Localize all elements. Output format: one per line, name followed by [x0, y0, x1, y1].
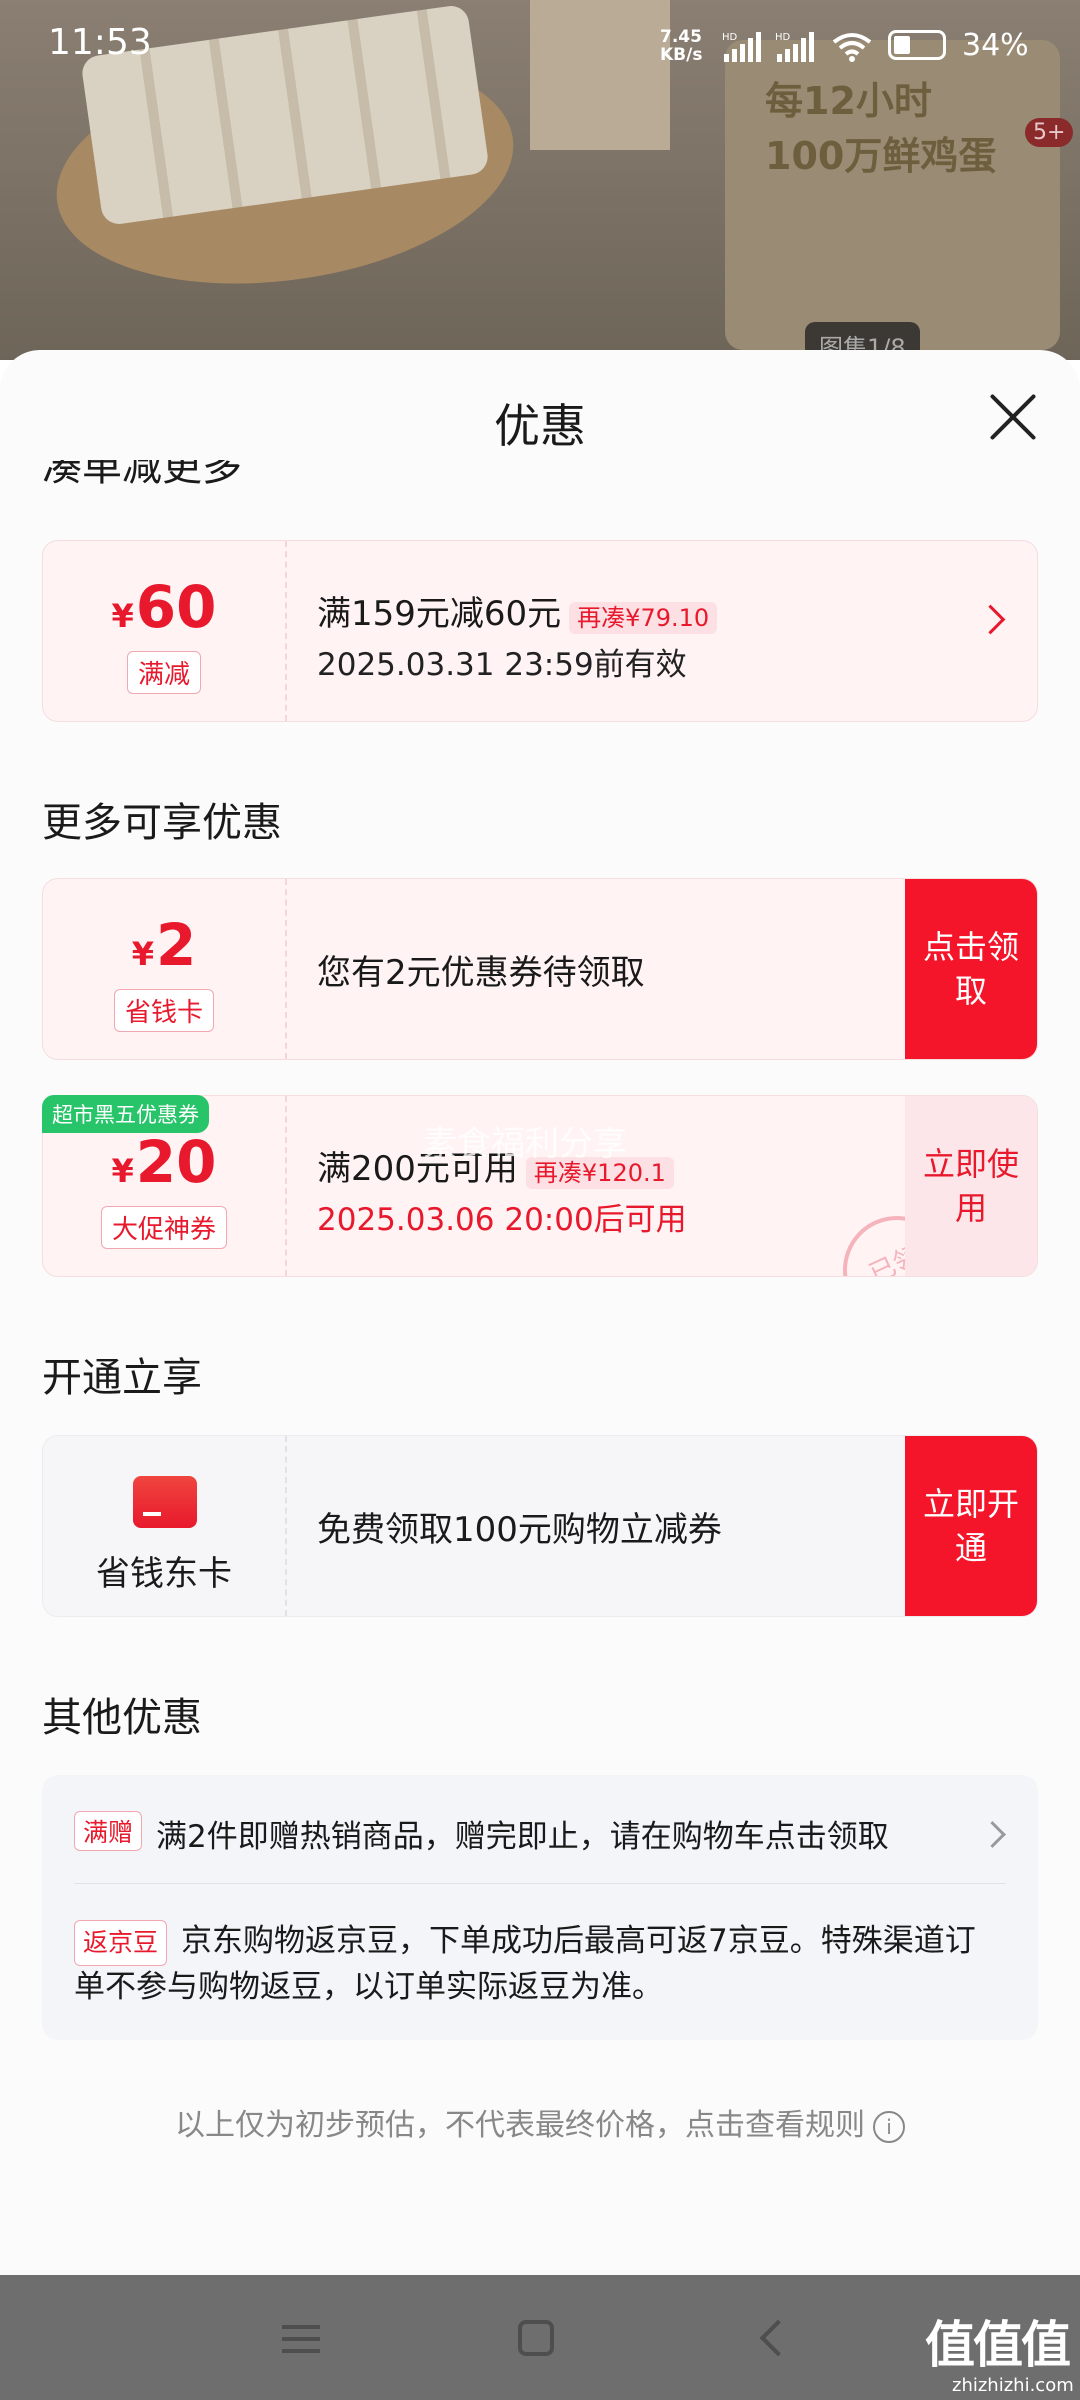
coupon-amount: ¥2 — [131, 911, 197, 979]
site-logo: 值值值 — [925, 2316, 1071, 2374]
gift-text: 满2件即赠热销商品，赠完即止，请在购物车点击领取 — [156, 1819, 889, 1855]
rules-note[interactable]: 以上仅为初步预估，不代表最终价格，点击查看规则 i — [0, 2100, 1080, 2144]
back-icon[interactable] — [759, 2319, 797, 2357]
chevron-right-icon[interactable] — [979, 1821, 1006, 1848]
bean-text: 京东购物返京豆，下单成功后最高可返7京豆。特殊渠道订单不参与购物返豆，以订单实际… — [74, 1923, 976, 2005]
card-icon-area: 省钱东卡 — [43, 1436, 287, 1616]
bean-tag: 返京豆 — [74, 1920, 168, 1966]
add-more-tag: 再凑¥79.10 — [569, 602, 718, 634]
bean-row: 返京豆 京东购物返京豆，下单成功后最高可返7京豆。特殊渠道订单不参与购物返豆，以订… — [74, 1920, 994, 2008]
section-title-other: 其他优惠 — [42, 1695, 202, 1741]
gift-row[interactable]: 满赠 满2件即赠热销商品，赠完即止，请在购物车点击领取 — [74, 1811, 974, 1856]
sheet-title: 优惠 — [494, 399, 586, 453]
coupon-type-chip: 大促神券 — [100, 1206, 228, 1249]
promo-corner-tag: 超市黑五优惠券 — [42, 1095, 209, 1133]
status-time: 11:53 — [48, 22, 152, 63]
coupon-amount: ¥20 — [111, 1128, 217, 1196]
signal-icon-2: HD — [775, 32, 814, 62]
other-discounts-box: 满赠 满2件即赠热销商品，赠完即止，请在购物车点击领取 返京豆 京东购物返京豆，下单… — [42, 1775, 1038, 2040]
use-now-button[interactable]: 立即使用 — [905, 1096, 1037, 1276]
coupon-amount: ¥60 — [111, 573, 217, 641]
note-text: 以上仅为初步预估，不代表最终价格，点击查看规则 — [175, 2108, 865, 2143]
signal-label-2: HD — [775, 32, 791, 43]
home-icon[interactable] — [518, 2320, 554, 2356]
network-speed: 7.45 KB/s — [660, 27, 703, 65]
coupon-type-chip: 满减 — [126, 651, 202, 694]
coupon-validity: 2025.03.06 20:00后可用 — [317, 1202, 687, 1238]
battery-percentage: 34% — [962, 28, 1029, 63]
coupon-type-chip: 省钱卡 — [113, 989, 215, 1032]
section-title-more: 更多可享优惠 — [42, 800, 282, 846]
watermark: 素食福利分享 — [423, 1124, 627, 1164]
card-icon — [133, 1476, 197, 1528]
coupon-validity: 2025.03.31 23:59前有效 — [317, 647, 687, 683]
battery-icon — [888, 30, 946, 60]
system-nav-bar — [0, 2275, 1080, 2400]
coupon-open-card[interactable]: 省钱东卡 免费领取100元购物立减券 立即开通 — [42, 1435, 1038, 1617]
section-heading-partial: 凑单减更多 — [42, 460, 242, 490]
info-icon[interactable]: i — [873, 2110, 905, 2143]
signal-icon: HD — [722, 32, 761, 62]
chevron-right-icon[interactable] — [975, 604, 1006, 635]
open-now-button[interactable]: 立即开通 — [905, 1436, 1037, 1616]
menu-icon[interactable] — [282, 2325, 320, 2353]
close-icon[interactable] — [985, 390, 1041, 446]
coupon-description: 免费领取100元购物立减券 — [317, 1510, 722, 1550]
coupon-manjian[interactable]: ¥60 满减 满159元减60元 再凑¥79.10 2025.03.31 23:5… — [42, 540, 1038, 722]
gift-tag: 满赠 — [74, 1811, 143, 1851]
coupon-value-area: ¥2 省钱卡 — [43, 879, 287, 1059]
coupon-condition: 满159元减60元 再凑¥79.10 — [317, 586, 718, 635]
claim-button[interactable]: 点击领取 — [905, 879, 1037, 1059]
signal-label: HD — [722, 32, 738, 43]
discount-sheet: 优惠 凑单减更多 ¥60 满减 满159元减60元 再凑¥79.10 2025.0… — [0, 350, 1080, 2275]
coupon-value-area: ¥60 满减 — [43, 541, 287, 721]
status-bar: 11:53 7.45 KB/s HD HD 34% — [0, 0, 1080, 95]
divider — [74, 1883, 1006, 1884]
wifi-icon — [832, 33, 872, 62]
site-logo-url: zhizhizhi.com — [952, 2375, 1074, 2396]
coupon-description: 您有2元优惠券待领取 — [317, 953, 645, 993]
coupon-savings-card[interactable]: ¥2 省钱卡 您有2元优惠券待领取 点击领取 — [42, 878, 1038, 1060]
image-count-badge: 5+ — [1025, 118, 1074, 147]
section-title-open: 开通立享 — [42, 1355, 202, 1401]
card-label: 省钱东卡 — [96, 1554, 232, 1594]
